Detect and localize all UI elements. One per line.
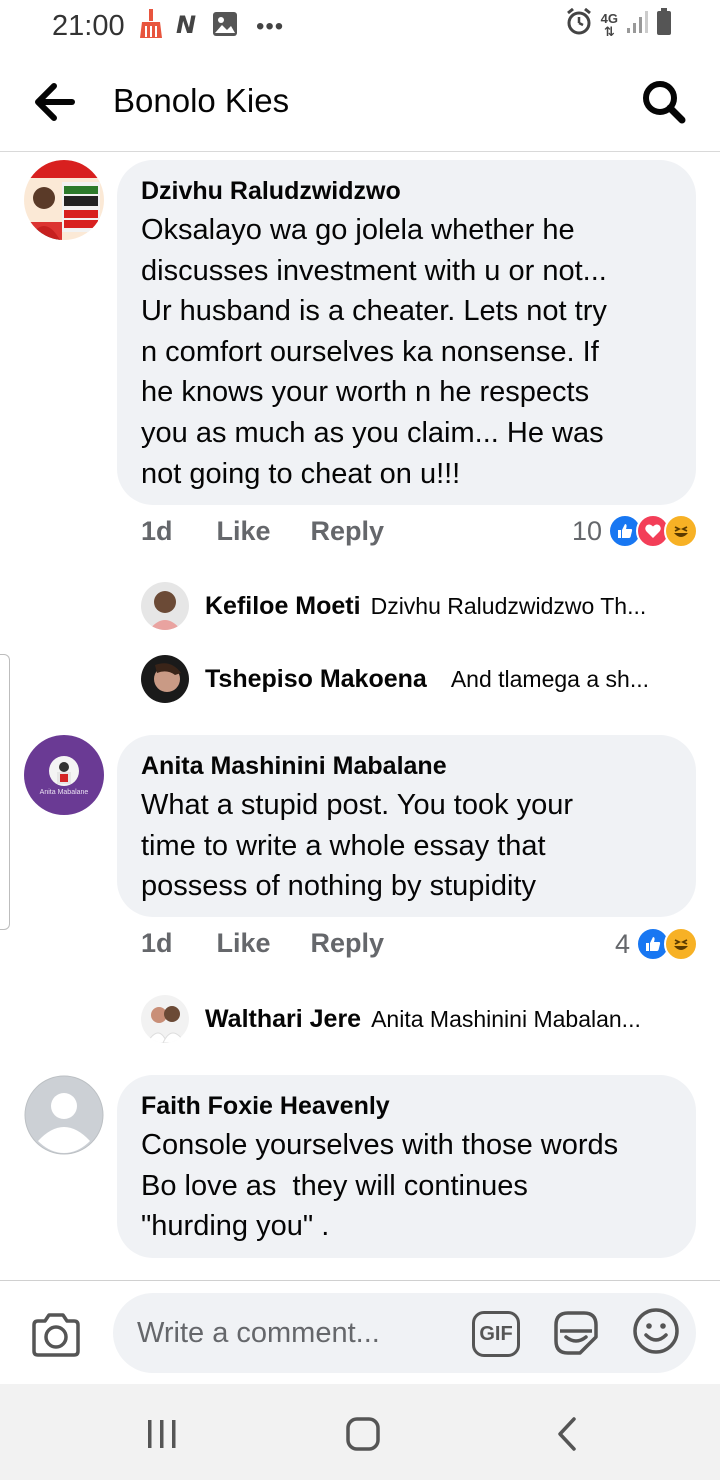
reply-preview[interactable]: Walthari Jere Anita Mashinini Mabalan... — [141, 995, 641, 1043]
reply-text: Dzivhu Raludzwidzwo Th... — [370, 592, 647, 619]
comment-age[interactable]: 1d — [141, 516, 173, 547]
comment-author[interactable]: Dzivhu Raludzwidzwo — [141, 176, 672, 206]
comment-author[interactable]: Anita Mashinini Mabalane — [141, 751, 672, 781]
reaction-summary[interactable]: 10 — [572, 514, 698, 548]
avatar[interactable] — [24, 1075, 104, 1155]
chevron-left-icon — [558, 1417, 576, 1451]
n-app-icon: N — [174, 11, 202, 42]
recent-apps-icon — [148, 1420, 176, 1448]
reply-author[interactable]: Tshepiso Makoena — [205, 665, 427, 694]
comment-actions: 1d Like Reply — [141, 928, 384, 959]
battery-icon — [656, 8, 672, 41]
smiley-icon — [633, 1308, 679, 1354]
signal-icon — [626, 10, 648, 39]
like-button[interactable]: Like — [217, 516, 271, 547]
comment-text: What a stupid post. You took your time t… — [141, 789, 574, 903]
gif-button[interactable]: GIF — [472, 1311, 520, 1357]
top-app-bar: Bonolo Kies — [0, 52, 720, 152]
camera-icon — [32, 1313, 80, 1357]
haha-reaction-icon — [664, 927, 698, 961]
reply-author[interactable]: Walthari Jere — [205, 1005, 361, 1034]
page-title: Bonolo Kies — [113, 82, 290, 119]
alarm-icon — [565, 7, 593, 41]
system-nav-bar — [0, 1384, 720, 1480]
back-button[interactable] — [32, 80, 80, 124]
search-icon — [643, 81, 686, 124]
image-icon — [212, 11, 238, 42]
reply-text: Anita Mashinini Mabalan... — [371, 1005, 641, 1032]
reaction-count: 10 — [571, 515, 602, 546]
avatar[interactable] — [141, 995, 189, 1043]
status-time: 21:00 — [52, 10, 125, 42]
comment-text: Console yourselves with those words Bo l… — [141, 1129, 619, 1243]
back-arrow-icon — [35, 83, 75, 121]
network-type: 4G ⇅ — [600, 10, 618, 39]
avatar[interactable] — [141, 582, 189, 630]
reply-preview[interactable]: Tshepiso Makoena And tlamega a sh... — [141, 655, 649, 703]
comment-bubble[interactable]: Dzivhu Raludzwidzwo Oksalayo wa go jolel… — [117, 160, 696, 505]
more-notifications-icon: ••• — [256, 12, 285, 40]
sticker-button[interactable] — [550, 1307, 602, 1359]
haha-reaction-icon — [664, 514, 698, 548]
search-button[interactable] — [638, 76, 690, 128]
status-bar: 21:00 N ••• 4G ⇅ — [0, 0, 720, 52]
comment-bubble[interactable]: Faith Foxie Heavenly Console yourselves … — [117, 1075, 696, 1258]
reply-preview[interactable]: Kefiloe Moeti Dzivhu Raludzwidzwo Th... — [141, 582, 646, 630]
avatar[interactable] — [141, 655, 189, 703]
avatar-caption: Anita Mabalane — [39, 789, 89, 796]
avatar[interactable] — [24, 160, 104, 240]
comment-author[interactable]: Faith Foxie Heavenly — [141, 1091, 672, 1121]
comment-bubble[interactable]: Anita Mashinini Mabalane What a stupid p… — [117, 735, 696, 917]
avatar[interactable]: Anita Mabalane — [24, 735, 104, 815]
reply-button[interactable]: Reply — [311, 516, 385, 547]
comment-text: Oksalayo wa go jolela whether he discuss… — [141, 214, 607, 490]
like-button[interactable]: Like — [217, 928, 271, 959]
camera-button[interactable] — [30, 1311, 82, 1359]
sticker-icon — [554, 1311, 598, 1355]
broom-icon — [138, 8, 164, 45]
reaction-summary[interactable]: 4 — [615, 927, 698, 961]
comment-actions: 1d Like Reply — [141, 516, 384, 547]
emoji-button[interactable] — [632, 1307, 680, 1355]
reply-button[interactable]: Reply — [311, 928, 385, 959]
comment-input[interactable] — [113, 1293, 696, 1373]
reaction-count: 4 — [614, 928, 630, 959]
home-icon — [346, 1417, 380, 1451]
recent-apps-button[interactable] — [142, 1414, 182, 1454]
scroll-indicator[interactable] — [0, 654, 10, 930]
home-button[interactable] — [343, 1414, 383, 1454]
svg-text:N: N — [176, 11, 196, 37]
back-nav-button[interactable] — [548, 1414, 588, 1454]
reply-text: And tlamega a sh... — [450, 665, 650, 692]
reply-author[interactable]: Kefiloe Moeti — [205, 592, 361, 621]
comment-composer: GIF — [0, 1280, 720, 1384]
comment-age[interactable]: 1d — [141, 928, 173, 959]
